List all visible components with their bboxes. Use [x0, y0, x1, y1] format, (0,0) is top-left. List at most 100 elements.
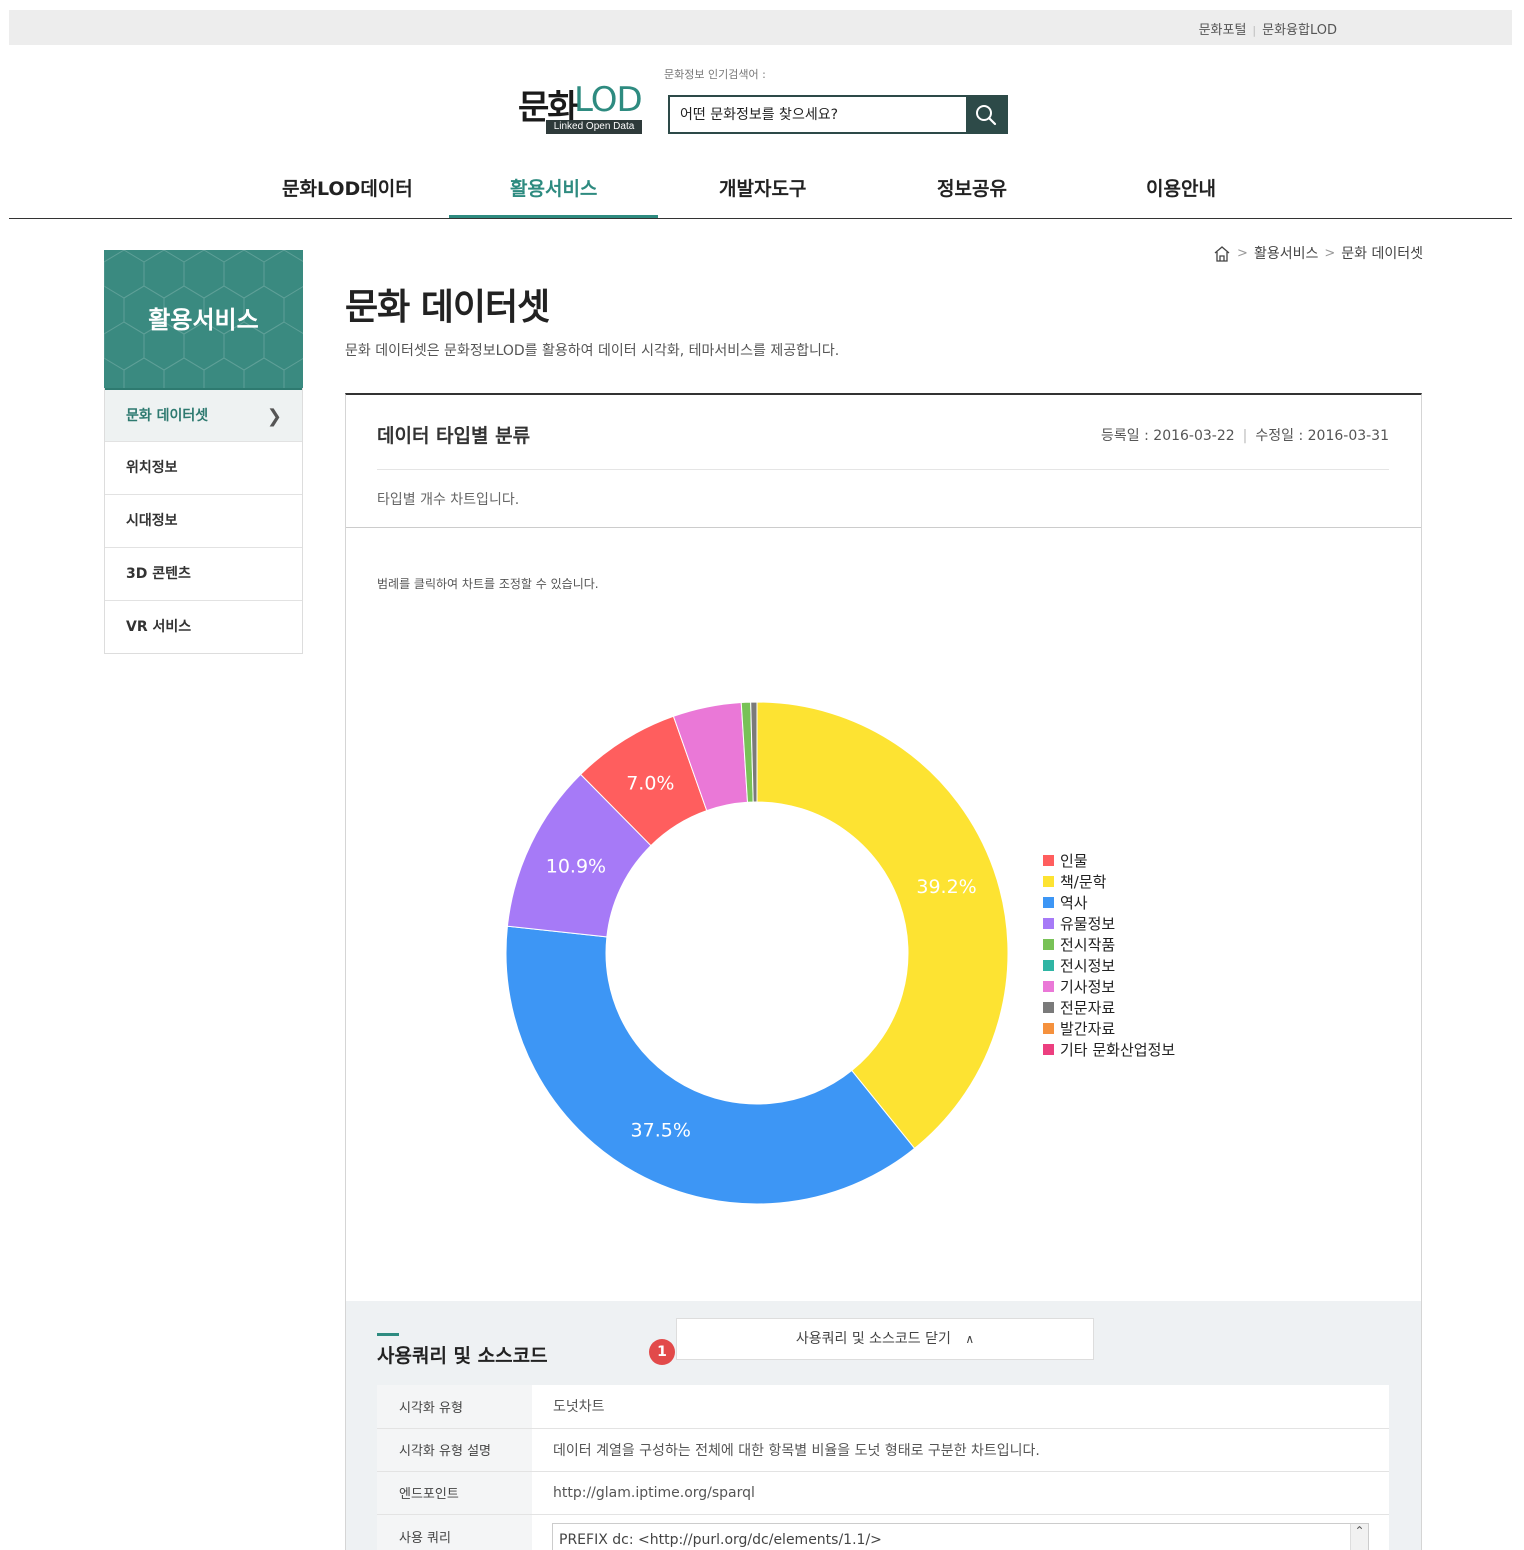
legend-label: 기타 문화산업정보 [1060, 1041, 1176, 1059]
breadcrumb-separator: > [1324, 245, 1336, 261]
slice-label: 37.5% [631, 1119, 691, 1141]
page-description: 문화 데이터셋은 문화정보LOD를 활용하여 데이터 시각화, 테마서비스를 제… [345, 343, 840, 359]
nav-guide[interactable]: 이용안내 [1146, 174, 1216, 201]
scrollbar[interactable]: ⌃ [1350, 1523, 1368, 1550]
legend-swatch [1043, 1023, 1054, 1034]
row-value: 도넛차트 [532, 1385, 1389, 1429]
legend-label: 전문자료 [1060, 999, 1116, 1017]
link-culture-portal[interactable]: 문화포털 [1199, 23, 1247, 38]
legend-item[interactable]: 책/문학 [1043, 871, 1175, 892]
sidebar-item-label: 위치정보 [126, 460, 178, 476]
legend-label: 유물정보 [1060, 915, 1116, 933]
slice-label: 7.0% [626, 773, 674, 795]
table-row: 시각화 유형 설명 데이터 계열을 구성하는 전체에 대한 항목별 비율을 도넛… [377, 1428, 1389, 1472]
chart-legend: 인물 책/문학역사유물정보전시작품전시정보기사정보전문자료 발간자료기타 문화산업정… [1043, 850, 1175, 1060]
row-value: http://glam.iptime.org/sparql [532, 1471, 1389, 1515]
divider: | [1252, 24, 1257, 37]
search-icon [976, 104, 997, 125]
row-value: 데이터 계열을 구성하는 전체에 대한 항목별 비율을 도넛 형태로 구분한 차… [532, 1428, 1389, 1472]
legend-swatch [1043, 1044, 1054, 1055]
legend-item[interactable]: 유물정보 [1043, 913, 1175, 934]
nav-dev-tools[interactable]: 개발자도구 [719, 174, 806, 201]
table-row: 시각화 유형 도넛차트 [377, 1385, 1389, 1429]
legend-swatch [1043, 855, 1054, 866]
dataset-panel: 데이터 타입별 분류 등록일 : 2016-03-22 | 수정일 : 2016-0… [345, 393, 1422, 1550]
breadcrumb-item[interactable]: 활용서비스 [1254, 243, 1318, 263]
legend-item[interactable]: 기타 문화산업정보 [1043, 1039, 1175, 1060]
legend-swatch [1043, 918, 1054, 929]
site-logo[interactable]: 문화 LOD Linked Open Data [518, 80, 644, 136]
search-button[interactable] [966, 97, 1006, 132]
query-textarea[interactable]: PREFIX dc: <http://purl.org/dc/elements/… [552, 1522, 1369, 1550]
source-title: 사용쿼리 및 소스코드 [377, 1345, 548, 1367]
breadcrumb-item[interactable]: 문화 데이터셋 [1341, 243, 1423, 263]
utility-bar: 문화포털 | 문화융합LOD [9, 10, 1512, 45]
sidebar-header: 활용서비스 [104, 250, 303, 388]
table-row: 엔드포인트 http://glam.iptime.org/sparql [377, 1471, 1389, 1515]
divider [346, 527, 1421, 528]
toggle-label: 사용쿼리 및 소스코드 닫기 [795, 1331, 951, 1347]
sidebar-item-label: 3D 콘텐츠 [126, 566, 191, 582]
popular-search-label: 문화정보 인기검색어 : [664, 68, 766, 81]
sidebar-item-vr[interactable]: VR 서비스 [105, 600, 302, 653]
legend-item[interactable]: 역사 [1043, 892, 1175, 913]
breadcrumb: > 활용서비스 > 문화 데이터셋 [1213, 243, 1423, 263]
nav-active-indicator [449, 215, 658, 218]
legend-label: 기사정보 [1060, 978, 1116, 996]
title-accent [377, 1333, 399, 1336]
nav-info-share[interactable]: 정보공유 [937, 174, 1007, 201]
legend-item[interactable]: 인물 [1043, 850, 1175, 871]
row-value: PREFIX dc: <http://purl.org/dc/elements/… [532, 1514, 1389, 1550]
sidebar-title: 활용서비스 [148, 306, 259, 334]
dataset-title: 데이터 타입별 분류 [377, 425, 531, 447]
sidebar-menu: 문화 데이터셋 ❯ 위치정보 시대정보 3D 콘텐츠 VR 서비스 [104, 388, 303, 654]
donut-slice[interactable] [505, 925, 916, 1205]
logo-text-lod: LOD [574, 80, 643, 120]
nav-services[interactable]: 활용서비스 [510, 174, 597, 201]
donut-chart: 39.2% 37.5% 10.9% 7.0% [505, 701, 1009, 1205]
legend-item[interactable]: 전시작품 [1043, 934, 1175, 955]
sidebar-item-culture-dataset[interactable]: 문화 데이터셋 ❯ [105, 388, 302, 441]
legend-label: 전시작품 [1060, 936, 1116, 954]
sidebar-item-era[interactable]: 시대정보 [105, 494, 302, 547]
sidebar-item-3d[interactable]: 3D 콘텐츠 [105, 547, 302, 600]
slice-label: 10.9% [546, 856, 606, 878]
logo-subtitle: Linked Open Data [546, 120, 642, 134]
legend-label: 역사 [1060, 894, 1088, 912]
legend-swatch [1043, 876, 1054, 887]
query-text: PREFIX dc: <http://purl.org/dc/elements/… [559, 1531, 882, 1548]
legend-label: 인물 [1060, 852, 1088, 870]
utility-links: 문화포털 | 문화융합LOD [1199, 19, 1337, 38]
legend-label: 전시정보 [1060, 957, 1116, 975]
row-header: 엔드포인트 [377, 1471, 532, 1515]
legend-swatch [1043, 960, 1054, 971]
legend-swatch [1043, 939, 1054, 950]
legend-item[interactable]: 전문자료 [1043, 997, 1175, 1018]
link-culture-lod[interactable]: 문화융합LOD [1262, 23, 1337, 38]
legend-swatch [1043, 897, 1054, 908]
table-row: 사용 쿼리 PREFIX dc: <http://purl.org/dc/ele… [377, 1514, 1389, 1550]
home-icon[interactable] [1213, 245, 1231, 262]
legend-item[interactable]: 기사정보 [1043, 976, 1175, 997]
source-code-panel: 사용쿼리 및 소스코드 1 사용쿼리 및 소스코드 닫기 ∧ 시각화 유형 도넛… [346, 1301, 1421, 1550]
dataset-dates: 등록일 : 2016-03-22 | 수정일 : 2016-03-31 [1101, 425, 1389, 445]
source-toggle-button[interactable]: 사용쿼리 및 소스코드 닫기 ∧ [676, 1318, 1094, 1360]
row-header: 사용 쿼리 [377, 1514, 532, 1550]
legend-item[interactable]: 전시정보 [1043, 955, 1175, 976]
legend-swatch [1043, 981, 1054, 992]
sidebar-item-label: VR 서비스 [126, 619, 192, 635]
chevron-right-icon: ❯ [266, 406, 282, 427]
registered-date: 등록일 : 2016-03-22 [1101, 428, 1235, 444]
search-input[interactable] [670, 97, 966, 132]
row-header: 시각화 유형 [377, 1385, 532, 1429]
legend-item[interactable]: 발간자료 [1043, 1018, 1175, 1039]
nav-lod-data[interactable]: 문화LOD데이터 [282, 174, 413, 201]
source-info-table: 시각화 유형 도넛차트 시각화 유형 설명 데이터 계열을 구성하는 전체에 대… [377, 1385, 1389, 1550]
search-box [668, 95, 1008, 134]
breadcrumb-separator: > [1237, 245, 1248, 261]
donut-slice[interactable] [756, 701, 1009, 1150]
main-navigation: 문화LOD데이터 활용서비스 개발자도구 정보공유 이용안내 [9, 160, 1512, 219]
row-header: 시각화 유형 설명 [377, 1428, 532, 1472]
sidebar-item-location[interactable]: 위치정보 [105, 441, 302, 494]
dataset-description: 타입별 개수 차트입니다. [377, 492, 520, 508]
